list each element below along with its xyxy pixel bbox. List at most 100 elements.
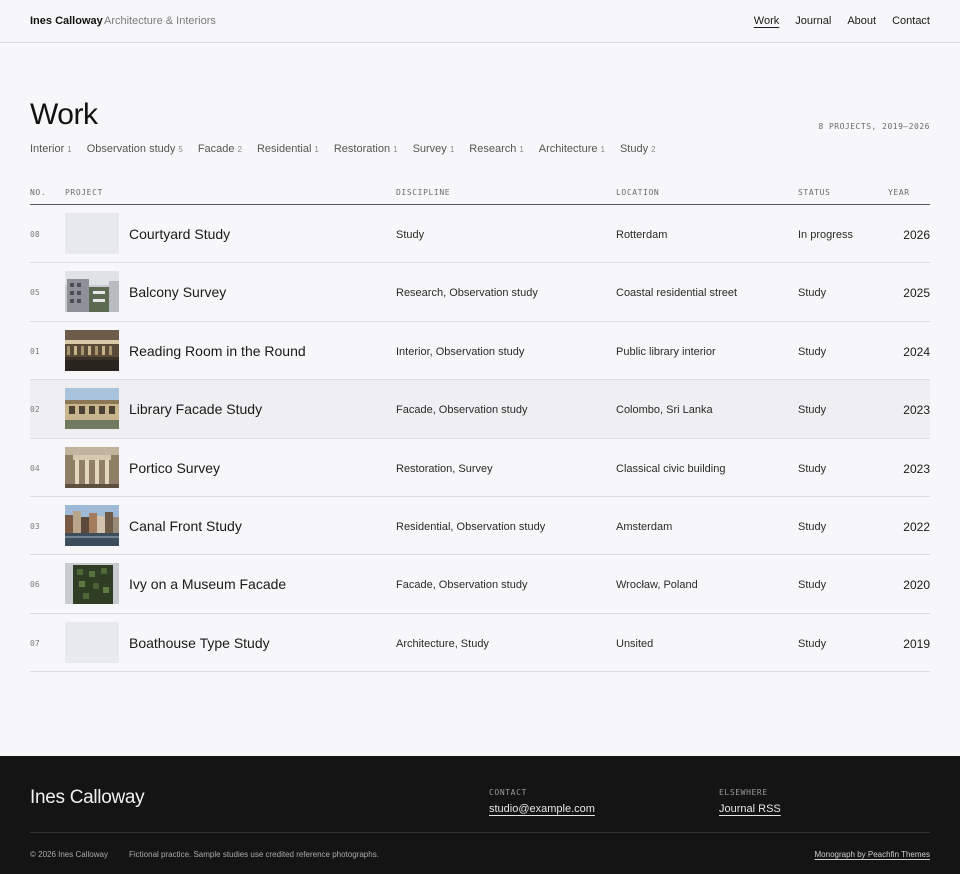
table-row[interactable]: 03 Canal Front Study Residential, Observ… <box>30 497 930 556</box>
table-header: NO. PROJECT DISCIPLINE LOCATION STATUS Y… <box>30 180 930 205</box>
footer-name: Ines Calloway <box>30 787 145 808</box>
project-title[interactable]: Courtyard Study <box>129 226 230 242</box>
footer-divider <box>30 832 930 833</box>
project-year: 2023 <box>903 461 930 476</box>
page-title: Work <box>30 98 98 131</box>
project-title[interactable]: Reading Room in the Round <box>129 343 306 359</box>
col-no: NO. <box>30 188 47 197</box>
project-year: 2020 <box>903 578 930 593</box>
project-discipline: Study <box>396 229 425 241</box>
footer-contact-label: CONTACT <box>489 788 527 797</box>
project-location: Coastal residential street <box>616 287 738 300</box>
nav-about[interactable]: About <box>847 15 876 27</box>
project-status: Study <box>798 287 827 300</box>
filter-label: Research <box>469 143 517 155</box>
project-location: Wrocław, Poland <box>616 579 698 592</box>
col-project: PROJECT <box>65 188 103 197</box>
project-title[interactable]: Library Facade Study <box>129 401 262 417</box>
filter-count: 2 <box>237 145 242 154</box>
site-tagline: Architecture & Interiors <box>104 15 216 27</box>
project-year: 2023 <box>903 403 930 418</box>
project-location: Public library interior <box>616 345 716 358</box>
filter-label: Study <box>619 143 649 155</box>
filter-restoration[interactable]: Restoration 1 <box>334 143 398 155</box>
project-discipline: Residential, Observation study <box>396 520 546 533</box>
filter-count: 1 <box>67 145 72 154</box>
table-row[interactable]: 04 Portico Survey Restoration, Survey Cl… <box>30 439 930 497</box>
filter-label: Restoration <box>333 143 391 155</box>
filter-research[interactable]: Research 1 <box>469 143 524 155</box>
footer-elsewhere-label: ELSEWHERE <box>719 788 768 797</box>
project-status: Study <box>798 637 827 650</box>
filter-count: 5 <box>178 145 183 154</box>
project-year: 2019 <box>903 636 930 651</box>
project-discipline: Facade, Observation study <box>396 579 528 592</box>
site-footer: Ines Calloway CONTACT studio@example.com… <box>0 756 960 874</box>
filter-survey[interactable]: Survey 1 <box>413 143 455 155</box>
project-title[interactable]: Portico Survey <box>129 460 220 476</box>
project-title[interactable]: Ivy on a Museum Facade <box>129 576 286 592</box>
project-title[interactable]: Balcony Survey <box>129 284 226 300</box>
filter-count: 1 <box>449 145 455 154</box>
filter-label: Observation study <box>86 143 176 155</box>
table-row[interactable]: 06 Ivy on a Museum Facade Facade, Observ… <box>30 555 930 614</box>
filter-interior[interactable]: Interior 1 <box>30 143 72 155</box>
row-number: 03 <box>30 521 40 531</box>
row-number: 08 <box>30 230 40 239</box>
row-number: 01 <box>30 346 40 356</box>
filter-observation-study[interactable]: Observation study 5 <box>87 143 183 155</box>
project-thumbnail <box>65 271 119 313</box>
project-discipline: Research, Observation study <box>396 287 538 300</box>
project-year: 2025 <box>903 286 930 301</box>
filter-count: 1 <box>393 145 398 154</box>
filter-label: Facade <box>197 143 235 155</box>
project-thumbnail <box>65 329 119 371</box>
project-thumbnail <box>65 446 119 488</box>
filter-facade[interactable]: Facade 2 <box>198 143 242 155</box>
nav-contact[interactable]: Contact <box>892 15 930 27</box>
row-number: 05 <box>30 288 40 298</box>
filter-label: Survey <box>412 143 447 155</box>
project-thumbnail <box>65 621 119 663</box>
site-header: Ines Calloway Architecture & Interiors W… <box>0 0 960 43</box>
filter-count: 1 <box>600 145 605 154</box>
project-location: Rotterdam <box>616 229 668 241</box>
col-year: YEAR <box>888 188 910 197</box>
col-discipline: DISCIPLINE <box>396 188 451 197</box>
filter-list: Interior 1 Observation study 5 Facade 2 Res… <box>30 143 656 155</box>
project-year: 2024 <box>903 344 930 359</box>
table-row[interactable]: 05 Balcony Survey Research, Observation … <box>30 263 930 322</box>
filter-count: 1 <box>314 145 319 154</box>
project-title[interactable]: Boathouse Type Study <box>129 635 270 651</box>
filter-residential[interactable]: Residential 1 <box>257 143 319 155</box>
table-row[interactable]: 07 Boathouse Type Study Architecture, St… <box>30 614 930 673</box>
filter-count: 1 <box>519 145 524 154</box>
project-discipline: Facade, Observation study <box>396 404 528 417</box>
project-year: 2022 <box>903 519 930 534</box>
project-discipline: Interior, Observation study <box>396 345 525 358</box>
row-number: 04 <box>30 463 40 473</box>
nav-work[interactable]: Work <box>754 15 779 27</box>
footer-credit-link[interactable]: Monograph by Peachfin Themes <box>815 850 930 859</box>
site-brand[interactable]: Ines Calloway <box>30 15 103 27</box>
project-title[interactable]: Canal Front Study <box>129 518 242 534</box>
filter-architecture[interactable]: Architecture 1 <box>539 143 605 155</box>
footer-email-link[interactable]: studio@example.com <box>489 803 595 815</box>
footer-rss-link[interactable]: Journal RSS <box>719 803 781 815</box>
project-thumbnail <box>65 563 119 605</box>
col-location: LOCATION <box>616 188 660 197</box>
table-row[interactable]: 08 Courtyard Study Study Rotterdam In pr… <box>30 205 930 264</box>
project-discipline: Architecture, Study <box>396 637 489 650</box>
filter-study[interactable]: Study 2 <box>620 143 656 155</box>
project-discipline: Restoration, Survey <box>396 462 493 475</box>
project-location: Unsited <box>616 637 654 650</box>
table-row[interactable]: 02 Library Facade Study Facade, Observat… <box>30 380 930 439</box>
project-thumbnail <box>65 388 119 430</box>
row-number: 07 <box>30 638 40 648</box>
project-status: Study <box>798 520 827 533</box>
nav-journal[interactable]: Journal <box>795 15 831 27</box>
project-status: Study <box>798 404 827 417</box>
project-status: Study <box>798 579 827 592</box>
table-row[interactable]: 01 Reading Room in the Round Interior, O… <box>30 322 930 381</box>
project-thumbnail <box>65 504 119 546</box>
